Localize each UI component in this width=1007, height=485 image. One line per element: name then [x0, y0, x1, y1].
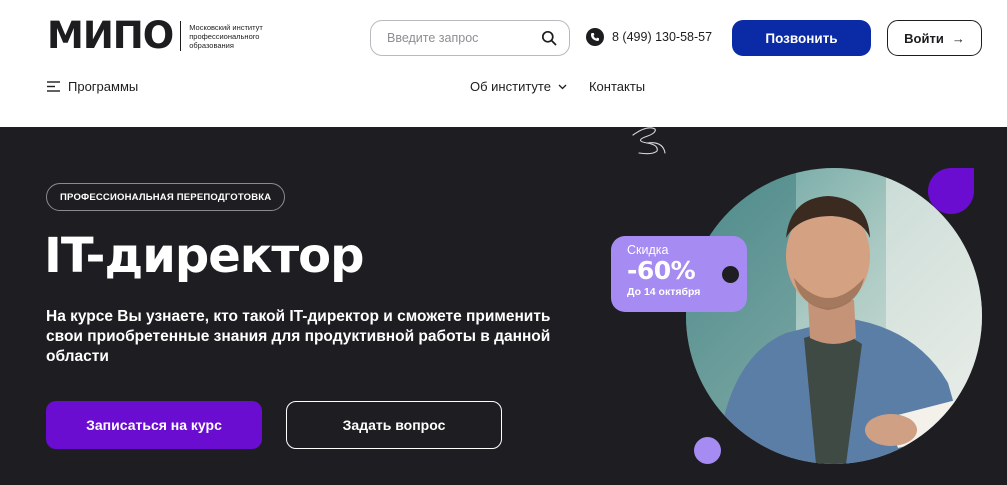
ask-question-button[interactable]: Задать вопрос [286, 401, 502, 449]
main-nav: Об институте Контакты [470, 79, 645, 94]
discount-label: Скидка [627, 243, 669, 257]
search-icon[interactable] [541, 30, 557, 46]
nav-about-label: Об институте [470, 79, 551, 94]
arrow-right-icon: → [951, 30, 965, 46]
squiggle-decoration-icon [632, 127, 666, 155]
programs-label: Программы [68, 79, 139, 94]
course-title: IT-директор [44, 228, 365, 284]
nav-item-about[interactable]: Об институте [470, 79, 567, 94]
program-type-badge: ПРОФЕССИОНАЛЬНАЯ ПЕРЕПОДГОТОВКА [46, 183, 286, 211]
logo-subtitle: Московский институт профессионального об… [189, 22, 263, 50]
purple-leaf-decoration [928, 168, 974, 214]
man-portrait-image [686, 168, 982, 464]
site-header: МИПО Московский институт профессионально… [0, 0, 1007, 127]
phone-number: 8 (499) 130-58-57 [612, 30, 713, 44]
search-input[interactable] [387, 31, 541, 45]
login-button[interactable]: Войти → [887, 20, 982, 56]
hero-photo [686, 168, 982, 464]
phone-icon [586, 28, 604, 46]
menu-icon [47, 81, 60, 92]
discount-deadline: До 14 октября [627, 286, 701, 298]
call-button[interactable]: Позвонить [732, 20, 871, 56]
chevron-down-icon [558, 84, 567, 89]
login-label: Войти [904, 30, 944, 46]
logo-wordmark: МИПО [47, 14, 174, 57]
enroll-button[interactable]: Записаться на курс [46, 401, 262, 449]
programs-menu-button[interactable]: Программы [47, 79, 138, 94]
logo-divider [180, 21, 182, 51]
phone-link[interactable]: 8 (499) 130-58-57 [586, 28, 712, 46]
discount-dot-decoration [722, 266, 739, 283]
hero-section: ПРОФЕССИОНАЛЬНАЯ ПЕРЕПОДГОТОВКА IT-дирек… [0, 127, 1007, 485]
logo[interactable]: МИПО Московский институт профессионально… [47, 14, 279, 57]
lilac-dot-decoration [694, 437, 721, 464]
nav-item-contacts[interactable]: Контакты [589, 79, 645, 94]
course-description: На курсе Вы узнаете, кто такой IT-директ… [46, 308, 551, 365]
search-box[interactable] [370, 20, 570, 56]
